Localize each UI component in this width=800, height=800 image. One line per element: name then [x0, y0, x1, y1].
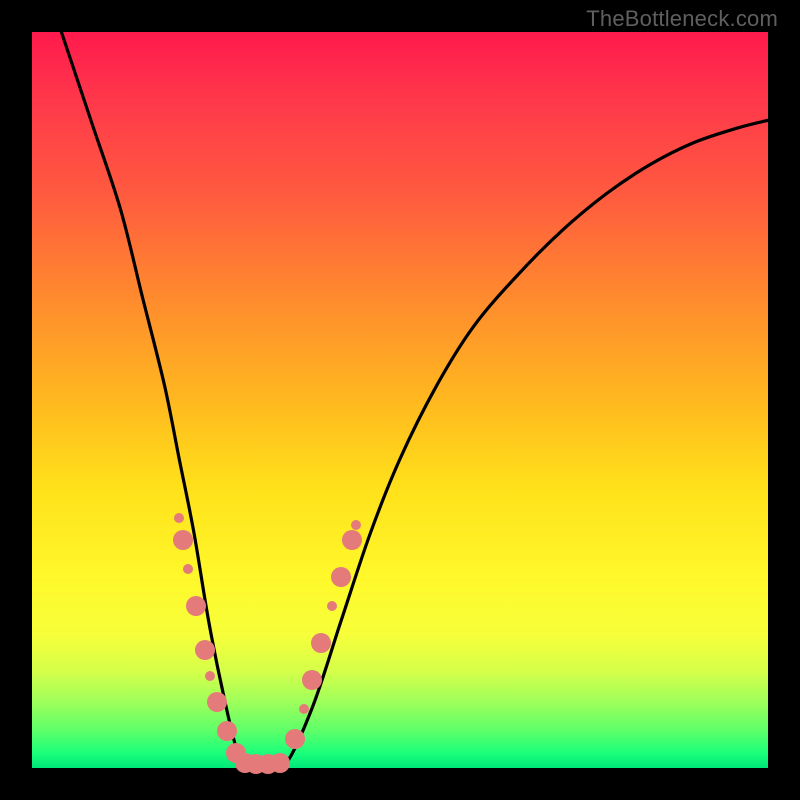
data-marker — [351, 520, 361, 530]
watermark-text: TheBottleneck.com — [586, 6, 778, 32]
chart-frame: TheBottleneck.com — [0, 0, 800, 800]
data-marker — [285, 729, 305, 749]
data-marker — [174, 513, 184, 523]
data-marker — [173, 530, 193, 550]
data-marker — [302, 670, 322, 690]
data-marker — [270, 753, 290, 773]
data-marker — [311, 633, 331, 653]
data-marker — [342, 530, 362, 550]
bottleneck-curve — [32, 32, 768, 768]
plot-area — [32, 32, 768, 768]
data-marker — [331, 567, 351, 587]
